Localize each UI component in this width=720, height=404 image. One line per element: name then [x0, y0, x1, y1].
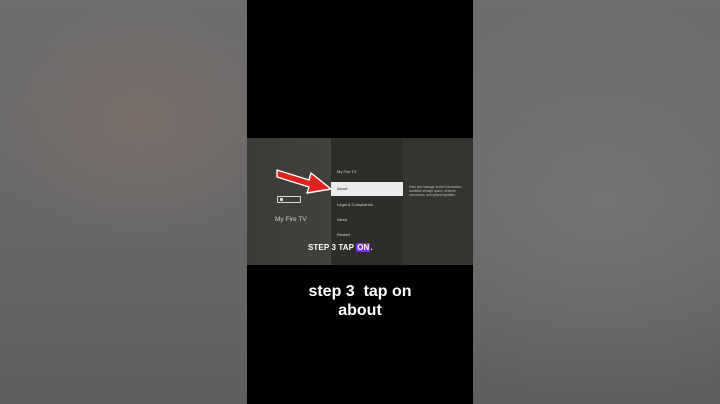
- video-frame: My Fire TV My Fire TV About Legal & Comp…: [247, 0, 473, 404]
- red-arrow-icon: [276, 169, 332, 194]
- about-description: View and manage device information, avai…: [409, 185, 463, 197]
- menu-item-legal[interactable]: Legal & Compliance: [331, 198, 403, 212]
- caption-line-1: step 3 tap on: [308, 283, 412, 300]
- menu-item-restart[interactable]: Restart: [331, 228, 403, 242]
- description-panel: [403, 138, 473, 265]
- overlay-caption-suffix: .: [370, 243, 373, 252]
- device-label: My Fire TV: [275, 216, 307, 223]
- overlay-caption-prefix: STEP 3 TAP: [308, 243, 357, 252]
- overlay-caption-highlight: ON: [356, 243, 371, 252]
- menu-item-sleep[interactable]: Sleep: [331, 213, 403, 227]
- fire-tv-device-icon: [277, 196, 301, 203]
- menu-item-my-fire-tv[interactable]: My Fire TV: [331, 165, 403, 179]
- caption-line-2: about: [338, 302, 382, 319]
- overlay-caption: STEP 3 TAP ON.: [308, 243, 373, 252]
- tv-screen: My Fire TV My Fire TV About Legal & Comp…: [247, 138, 473, 265]
- menu-item-about[interactable]: About: [331, 182, 403, 196]
- video-caption: step 3 tap on about: [247, 282, 473, 320]
